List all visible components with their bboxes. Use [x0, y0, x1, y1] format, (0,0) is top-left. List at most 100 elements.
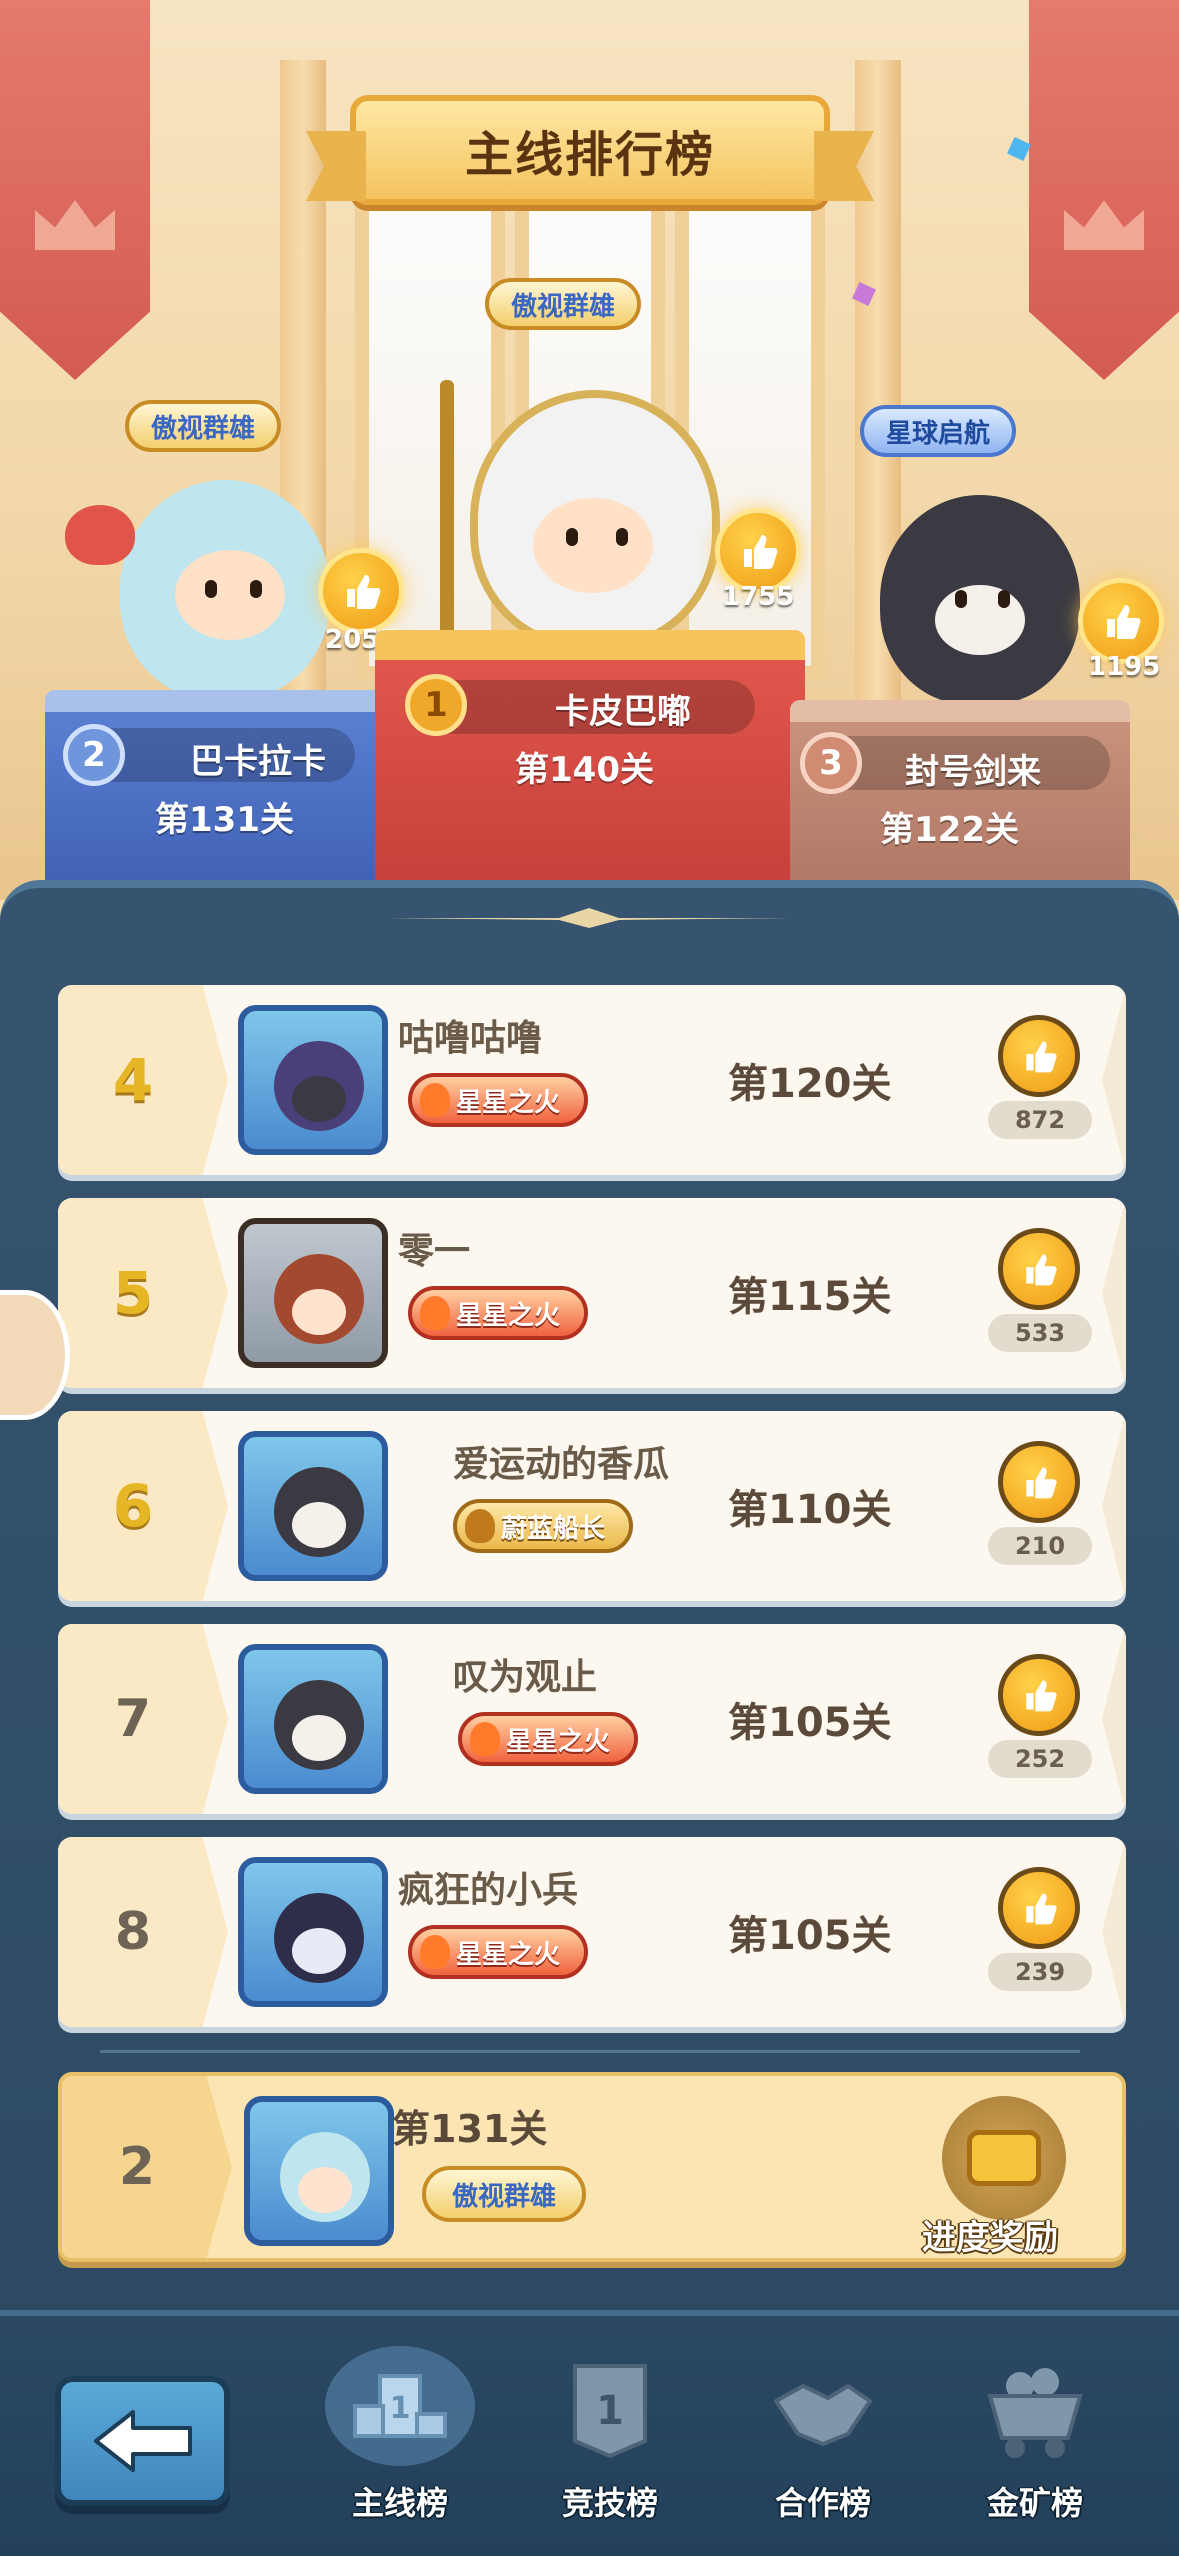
title-tag: 星星之火 — [408, 1925, 589, 1979]
thumbs-up-icon — [1026, 1680, 1057, 1712]
podium-first: 1 卡皮巴嘟 第140关 — [375, 630, 805, 900]
my-avatar[interactable] — [244, 2096, 394, 2246]
thumbs-up-icon — [1107, 605, 1141, 639]
title-tag: 星星之火 — [408, 1073, 589, 1127]
crown-banner-right — [1029, 0, 1179, 380]
rank-number: 6 — [112, 1472, 154, 1540]
anchor-icon — [465, 1509, 495, 1543]
tab-cooperation[interactable]: 合作榜 — [733, 2356, 913, 2536]
ranking-row[interactable]: 4 咕噜咕噜 星星之火 第120关 872 — [58, 985, 1126, 1175]
podium-second: 2 巴卡拉卡 第131关 — [45, 690, 385, 900]
player-name: 叹为观止 — [453, 1657, 598, 1698]
thumbs-up-icon — [744, 535, 778, 569]
player-level: 第120关 — [728, 1061, 892, 1107]
panel-ornament — [389, 908, 789, 928]
character-first[interactable] — [470, 390, 720, 650]
player-avatar[interactable] — [238, 1218, 388, 1368]
like-button[interactable] — [998, 1867, 1080, 1949]
crown-banner-left — [0, 0, 150, 380]
tab-gold-mine[interactable]: 金矿榜 — [945, 2356, 1125, 2536]
thumbs-up-icon — [1026, 1467, 1057, 1499]
tab-arena[interactable]: 1 竞技榜 — [520, 2356, 700, 2536]
confetti — [1007, 137, 1031, 161]
like-count: 533 — [988, 1314, 1092, 1352]
rank-medal-2: 2 — [63, 724, 125, 786]
tab-label: 金矿榜 — [986, 2484, 1083, 2522]
tab-mainline[interactable]: 1 主线榜 — [310, 2346, 490, 2536]
rank-number: 4 — [112, 1046, 154, 1114]
player-name: 零一 — [398, 1231, 471, 1272]
like-count: 210 — [988, 1527, 1092, 1565]
player-name: 爱运动的香瓜 — [453, 1444, 670, 1485]
character-second[interactable] — [120, 480, 330, 700]
arena-banner-icon: 1 — [555, 2356, 665, 2466]
mine-cart-icon — [980, 2356, 1090, 2466]
thumbs-up-icon — [347, 575, 381, 609]
rank-medal-1: 1 — [405, 674, 467, 736]
like-count: 1755 — [722, 582, 795, 612]
handshake-icon — [768, 2356, 878, 2466]
like-count: 239 — [988, 1953, 1092, 1991]
flame-icon — [420, 1935, 450, 1969]
like-button[interactable] — [998, 1015, 1080, 1097]
like-button[interactable] — [998, 1228, 1080, 1310]
crown-icon — [1064, 200, 1144, 250]
like-count: 1195 — [1088, 652, 1161, 682]
like-count: 252 — [988, 1740, 1092, 1778]
player-avatar[interactable] — [238, 1857, 388, 2007]
ranking-row[interactable]: 6 爱运动的香瓜 蔚蓝船长 第110关 210 — [58, 1411, 1126, 1601]
treasure-chest-icon — [967, 2130, 1041, 2186]
podium-icon: 1 — [325, 2346, 475, 2466]
thumbs-up-icon — [1026, 1041, 1057, 1073]
thumbs-up-icon — [1026, 1893, 1057, 1925]
flame-icon — [420, 1296, 450, 1330]
ranking-row[interactable]: 7 叹为观止 星星之火 第105关 252 — [58, 1624, 1126, 1814]
flame-icon — [470, 1722, 500, 1756]
ranking-row[interactable]: 8 疯狂的小兵 星星之火 第105关 239 — [58, 1837, 1126, 2027]
thumbs-up-icon — [1026, 1254, 1057, 1286]
podium-third: 3 封号剑来 第122关 — [790, 700, 1130, 900]
tab-label: 主线榜 — [351, 2484, 448, 2522]
player-level: 第110关 — [728, 1487, 892, 1533]
character-third[interactable] — [880, 495, 1080, 705]
rank-number: 7 — [114, 1689, 152, 1749]
crown-icon — [35, 200, 115, 250]
title-badge: 星球启航 — [860, 405, 1017, 457]
like-button[interactable] — [998, 1441, 1080, 1523]
back-arrow-icon — [93, 2410, 192, 2472]
player-level: 第131关 — [155, 800, 294, 840]
player-level: 第105关 — [728, 1913, 892, 1959]
svg-text:1: 1 — [596, 2388, 624, 2434]
bottom-nav: 1 主线榜 1 竞技榜 合作榜 金矿榜 — [0, 2310, 1179, 2556]
progress-reward-button[interactable] — [942, 2096, 1066, 2220]
like-count: 872 — [988, 1101, 1092, 1139]
player-name[interactable]: 封号剑来 — [905, 744, 1041, 793]
flame-icon — [420, 1083, 450, 1117]
player-name[interactable]: 卡皮巴嘟 — [555, 684, 691, 733]
like-coin[interactable] — [318, 548, 404, 634]
octopus-pet — [65, 505, 135, 565]
my-ranking-row: 2 第131关 傲视群雄 进度奖励 — [58, 2072, 1126, 2262]
title-tag: 蔚蓝船长 — [453, 1499, 634, 1553]
back-button[interactable] — [55, 2376, 230, 2506]
player-avatar[interactable] — [238, 1005, 388, 1155]
page-title: 主线排行榜 — [350, 95, 830, 205]
player-level: 第140关 — [515, 750, 654, 790]
title-badge: 傲视群雄 — [125, 400, 282, 452]
tab-label: 竞技榜 — [561, 2484, 658, 2522]
my-level: 第131关 — [392, 2107, 548, 2151]
like-button[interactable] — [998, 1654, 1080, 1736]
player-level: 第105关 — [728, 1700, 892, 1746]
title-tag: 星星之火 — [458, 1712, 639, 1766]
rank-number: 5 — [112, 1259, 154, 1327]
title-badge: 傲视群雄 — [485, 278, 642, 330]
rank-number: 8 — [114, 1902, 152, 1962]
player-avatar[interactable] — [238, 1644, 388, 1794]
ranking-row[interactable]: 5 零一 星星之火 第115关 533 — [58, 1198, 1126, 1388]
svg-text:1: 1 — [390, 2391, 411, 2426]
tab-label: 合作榜 — [774, 2484, 871, 2522]
progress-reward-label[interactable]: 进度奖励 — [922, 2210, 1058, 2258]
player-name[interactable]: 巴卡拉卡 — [190, 734, 326, 783]
player-level: 第115关 — [728, 1274, 892, 1320]
player-avatar[interactable] — [238, 1431, 388, 1581]
